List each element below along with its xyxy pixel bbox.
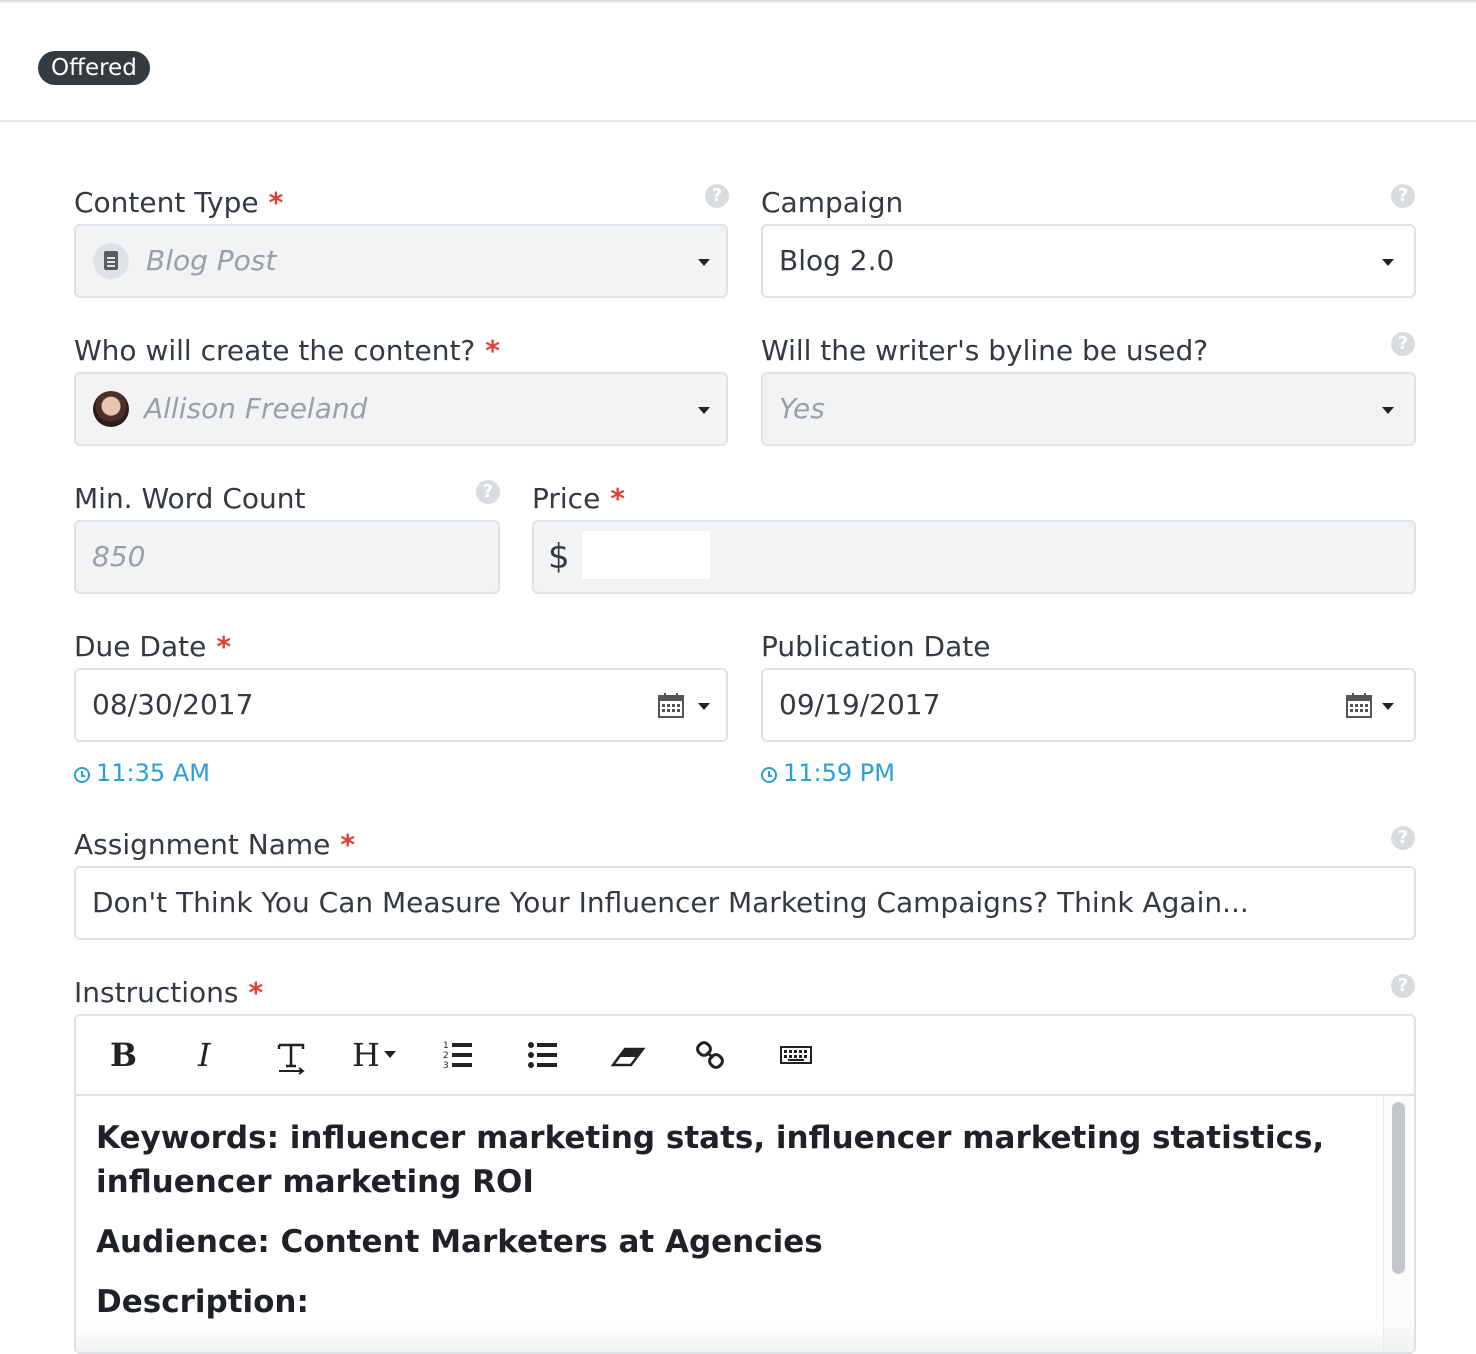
campaign-select[interactable]: Blog 2.0 (761, 224, 1416, 298)
publication-date-value: 09/19/2017 (779, 688, 941, 721)
eraser-icon[interactable] (611, 1035, 645, 1075)
svg-text:3: 3 (443, 1061, 449, 1071)
content-type-label: Content Type * (74, 186, 284, 219)
help-icon[interactable]: ? (476, 480, 500, 504)
bold-button[interactable]: B (110, 1035, 137, 1075)
word-count-placeholder: 850 (92, 540, 146, 573)
content-type-select[interactable]: Blog Post (74, 224, 728, 298)
clock-icon (761, 767, 777, 783)
campaign-label: Campaign (761, 186, 904, 219)
creator-select[interactable]: Allison Freeland (74, 372, 728, 446)
creator-label: Who will create the content? * (74, 334, 500, 367)
description-paragraph: Description: (96, 1284, 309, 1320)
campaign-value: Blog 2.0 (779, 244, 895, 277)
instructions-editor[interactable]: B I H 1 2 3 Keywords: influencer marketi… (74, 1014, 1416, 1354)
link-icon[interactable] (696, 1035, 726, 1075)
clock-icon (74, 767, 90, 783)
required-marker: * (610, 482, 625, 515)
chevron-down-icon (1382, 407, 1394, 414)
ordered-list-icon[interactable]: 1 2 3 (442, 1035, 474, 1075)
text-format-icon[interactable] (276, 1035, 306, 1075)
creator-value: Allison Freeland (144, 392, 368, 425)
avatar (93, 391, 129, 427)
content-type-value: Blog Post (146, 244, 277, 277)
chevron-down-icon (1382, 259, 1394, 266)
required-marker: * (216, 630, 232, 663)
due-date-value: 08/30/2017 (92, 688, 254, 721)
required-marker: * (268, 186, 284, 219)
editor-scrollbar[interactable] (1383, 1096, 1412, 1352)
help-icon[interactable]: ? (705, 184, 729, 208)
editor-content[interactable]: Keywords: influencer marketing stats, in… (96, 1116, 1366, 1324)
required-marker: * (340, 828, 356, 861)
publication-date-label: Publication Date (761, 630, 991, 663)
scrollbar-thumb[interactable] (1392, 1102, 1405, 1274)
svg-text:2: 2 (443, 1051, 449, 1061)
status-badge: Offered (38, 51, 150, 85)
word-count-label: Min. Word Count (74, 482, 306, 515)
chevron-down-icon (698, 407, 710, 414)
due-date-input[interactable]: 08/30/2017 (74, 668, 728, 742)
bullet-list-icon[interactable] (528, 1035, 558, 1075)
price-label: Price * (532, 482, 625, 515)
word-count-input[interactable]: 850 (74, 520, 500, 594)
help-icon[interactable]: ? (1391, 332, 1415, 356)
help-icon[interactable]: ? (1391, 826, 1415, 850)
instructions-label: Instructions * (74, 976, 264, 1009)
byline-value: Yes (779, 392, 825, 425)
calendar-icon[interactable] (658, 692, 684, 718)
assignment-name-value: Don't Think You Can Measure Your Influen… (92, 886, 1249, 919)
required-marker: * (248, 976, 264, 1009)
price-input[interactable]: $ (532, 520, 1416, 594)
help-icon[interactable]: ? (1391, 184, 1415, 208)
chevron-down-icon (383, 1051, 396, 1058)
chevron-down-icon (698, 703, 710, 710)
currency-symbol: $ (548, 537, 570, 577)
calendar-icon[interactable] (1346, 692, 1372, 718)
keywords-paragraph: Keywords: influencer marketing stats, in… (96, 1120, 1325, 1200)
assignment-name-input[interactable]: Don't Think You Can Measure Your Influen… (74, 866, 1416, 940)
required-marker: * (485, 334, 500, 367)
due-date-label: Due Date * (74, 630, 232, 663)
assignment-header: Offered (0, 4, 1476, 122)
assignment-name-label: Assignment Name * (74, 828, 356, 861)
byline-label: Will the writer's byline be used? (761, 334, 1209, 367)
chevron-down-icon (1382, 703, 1394, 710)
keyboard-icon[interactable] (779, 1035, 813, 1075)
document-icon (93, 243, 129, 279)
help-icon[interactable]: ? (1391, 974, 1415, 998)
bottom-fade (76, 1322, 1414, 1352)
price-value[interactable] (582, 531, 710, 579)
audience-paragraph: Audience: Content Marketers at Agencies (96, 1224, 823, 1260)
heading-button[interactable]: H (352, 1035, 396, 1075)
editor-toolbar: B I H 1 2 3 (76, 1016, 1414, 1096)
publication-time[interactable]: 11:59 PM (761, 758, 895, 788)
publication-date-input[interactable]: 09/19/2017 (761, 668, 1416, 742)
byline-select[interactable]: Yes (761, 372, 1416, 446)
chevron-down-icon (698, 259, 710, 266)
svg-text:1: 1 (443, 1041, 449, 1051)
italic-button[interactable]: I (198, 1035, 211, 1075)
due-time[interactable]: 11:35 AM (74, 758, 210, 788)
